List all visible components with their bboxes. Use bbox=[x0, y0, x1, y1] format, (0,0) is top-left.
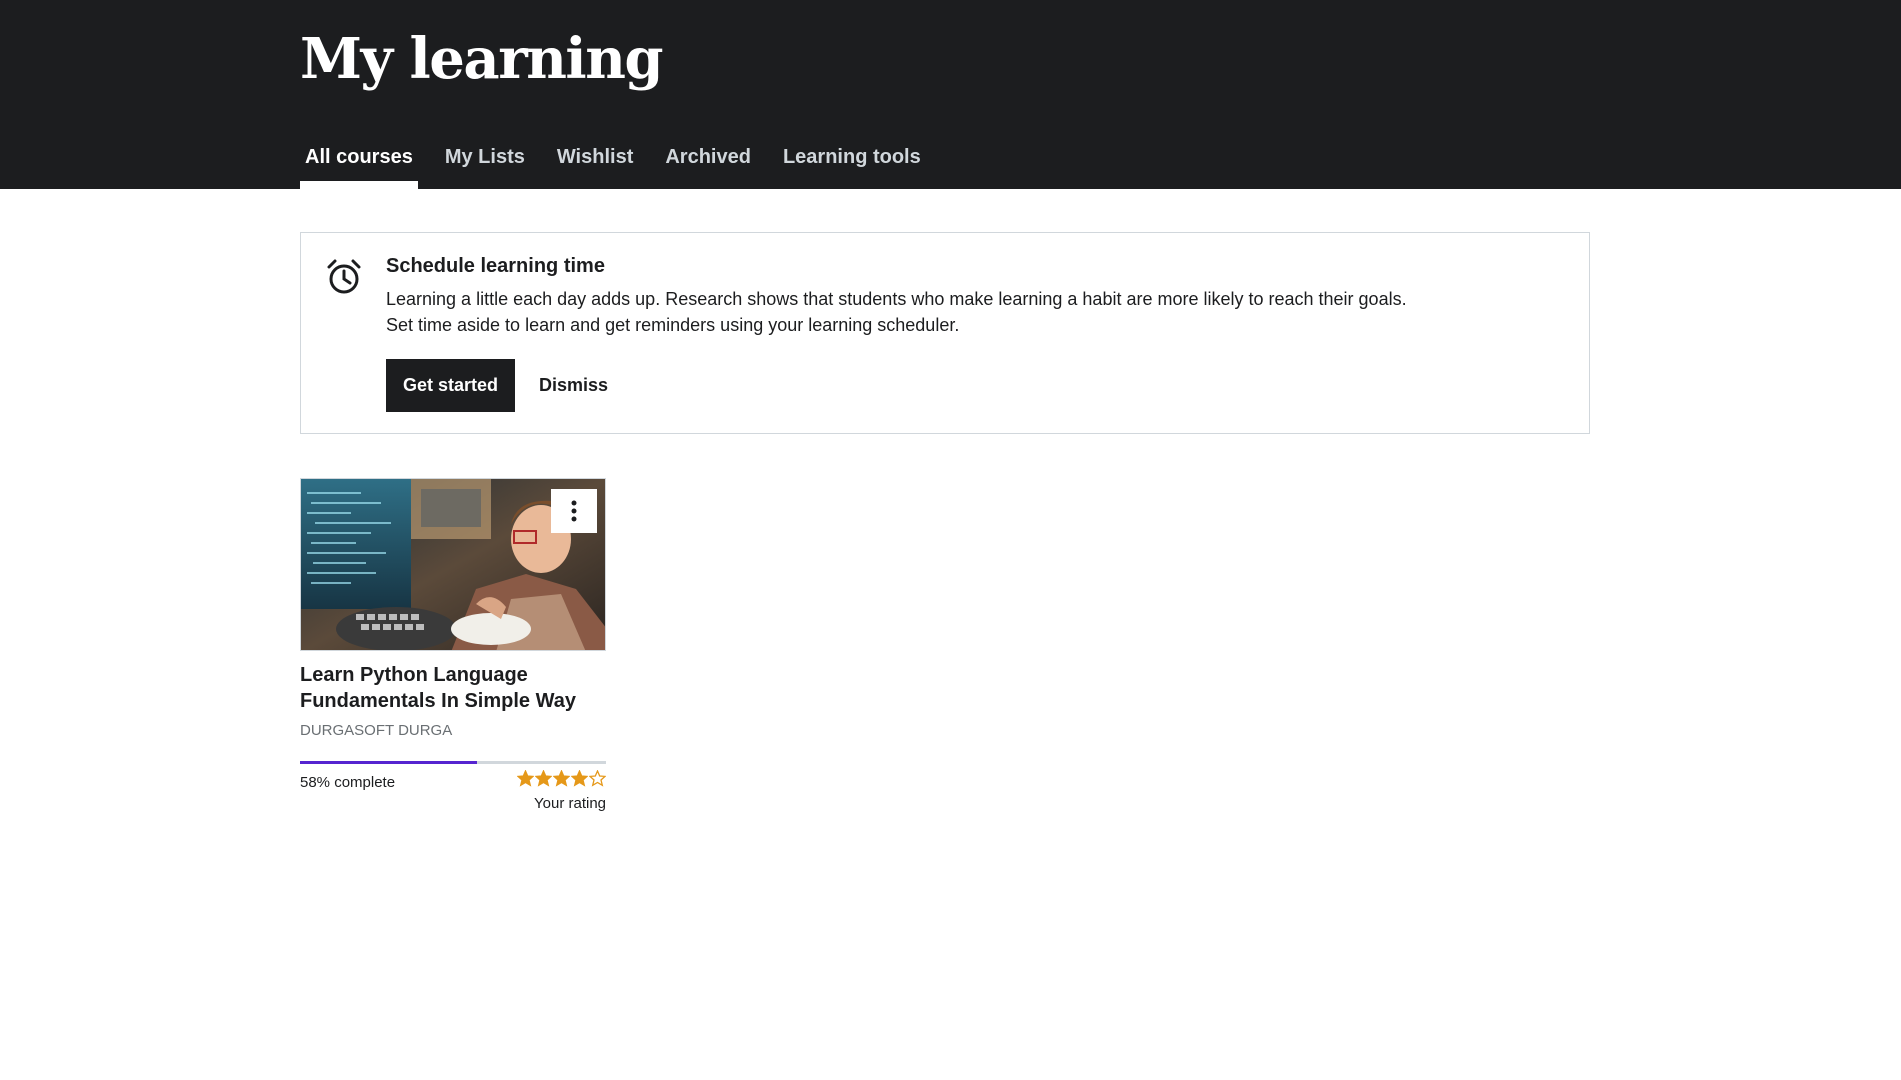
tab-learning-tools[interactable]: Learning tools bbox=[778, 136, 926, 189]
star-filled-icon[interactable] bbox=[534, 769, 553, 787]
course-title[interactable]: Learn Python Language Fundamentals In Si… bbox=[300, 662, 606, 714]
star-rating[interactable] bbox=[516, 769, 607, 787]
star-empty-icon[interactable] bbox=[588, 769, 607, 787]
dismiss-button[interactable]: Dismiss bbox=[533, 359, 614, 412]
course-options-button[interactable] bbox=[551, 489, 597, 533]
progress-label: 58% complete bbox=[300, 774, 396, 791]
tab-archived[interactable]: Archived bbox=[660, 136, 756, 189]
page-header: My learning All courses My Lists Wishlis… bbox=[0, 0, 1901, 189]
tab-bar: All courses My Lists Wishlist Archived L… bbox=[300, 136, 948, 189]
page-title: My learning bbox=[300, 26, 664, 92]
scheduler-description: Learning a little each day adds up. Rese… bbox=[386, 286, 1536, 338]
tab-wishlist[interactable]: Wishlist bbox=[552, 136, 639, 189]
tab-all-courses[interactable]: All courses bbox=[300, 136, 418, 189]
course-card-footer: 58% complete Your rating bbox=[300, 764, 607, 816]
kebab-menu-icon bbox=[551, 500, 597, 536]
rating-label: Your rating bbox=[534, 795, 606, 812]
star-filled-icon[interactable] bbox=[552, 769, 571, 787]
course-thumbnail[interactable] bbox=[300, 478, 606, 651]
scheduler-line-2: Set time aside to learn and get reminder… bbox=[386, 315, 960, 335]
header-inner: My learning All courses My Lists Wishlis… bbox=[300, 0, 1901, 189]
schedule-learning-banner: Schedule learning time Learning a little… bbox=[300, 232, 1590, 434]
get-started-button[interactable]: Get started bbox=[386, 359, 515, 412]
course-instructor: DURGASOFT DURGA bbox=[300, 722, 453, 739]
alarm-clock-icon bbox=[325, 258, 363, 296]
tab-my-lists[interactable]: My Lists bbox=[440, 136, 530, 189]
course-card[interactable]: Learn Python Language Fundamentals In Si… bbox=[300, 478, 607, 816]
star-filled-icon[interactable] bbox=[516, 769, 535, 787]
star-filled-icon[interactable] bbox=[570, 769, 589, 787]
scheduler-line-1: Learning a little each day adds up. Rese… bbox=[386, 289, 1407, 309]
scheduler-title: Schedule learning time bbox=[386, 255, 605, 277]
